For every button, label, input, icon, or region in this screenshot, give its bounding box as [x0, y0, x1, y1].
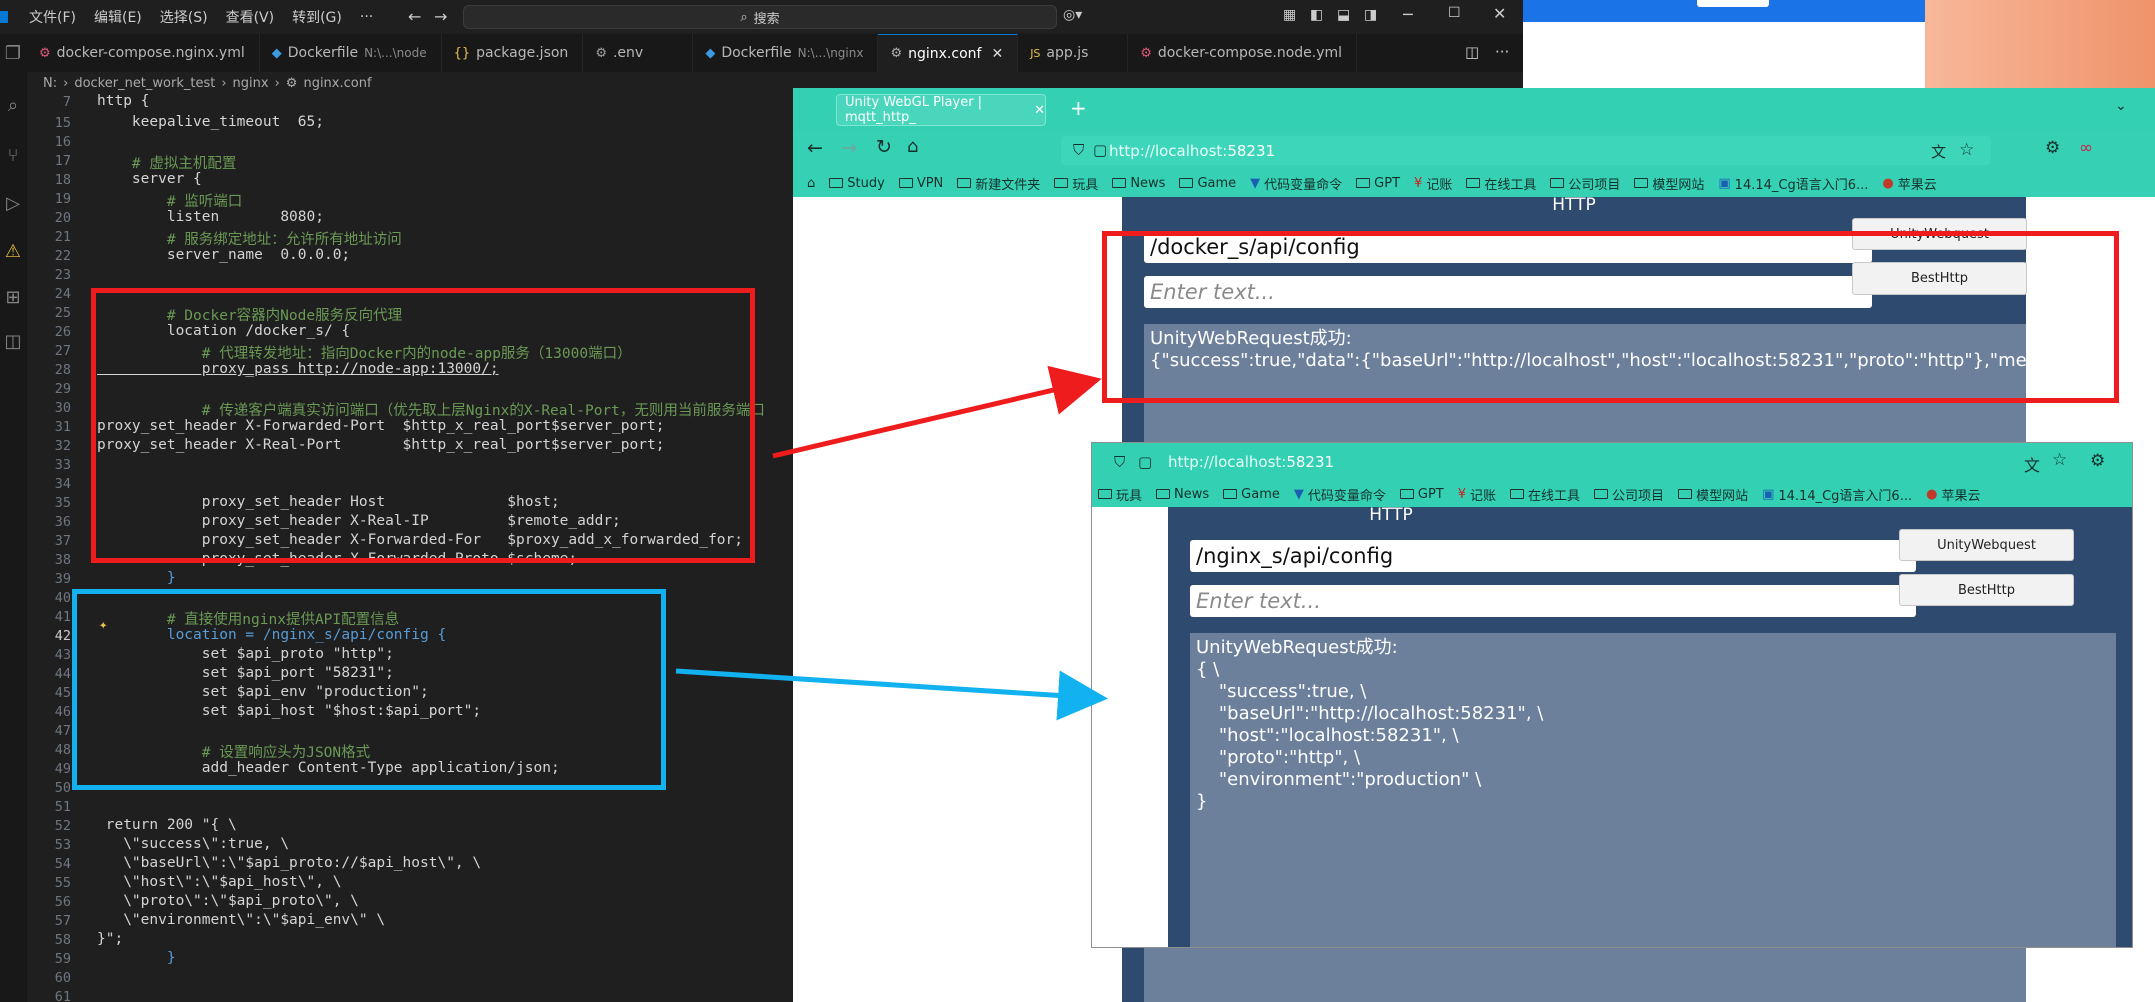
red-arrow: [772, 365, 1102, 459]
blue-arrow: [675, 668, 1108, 721]
annotation-arrows: [675, 365, 1108, 721]
